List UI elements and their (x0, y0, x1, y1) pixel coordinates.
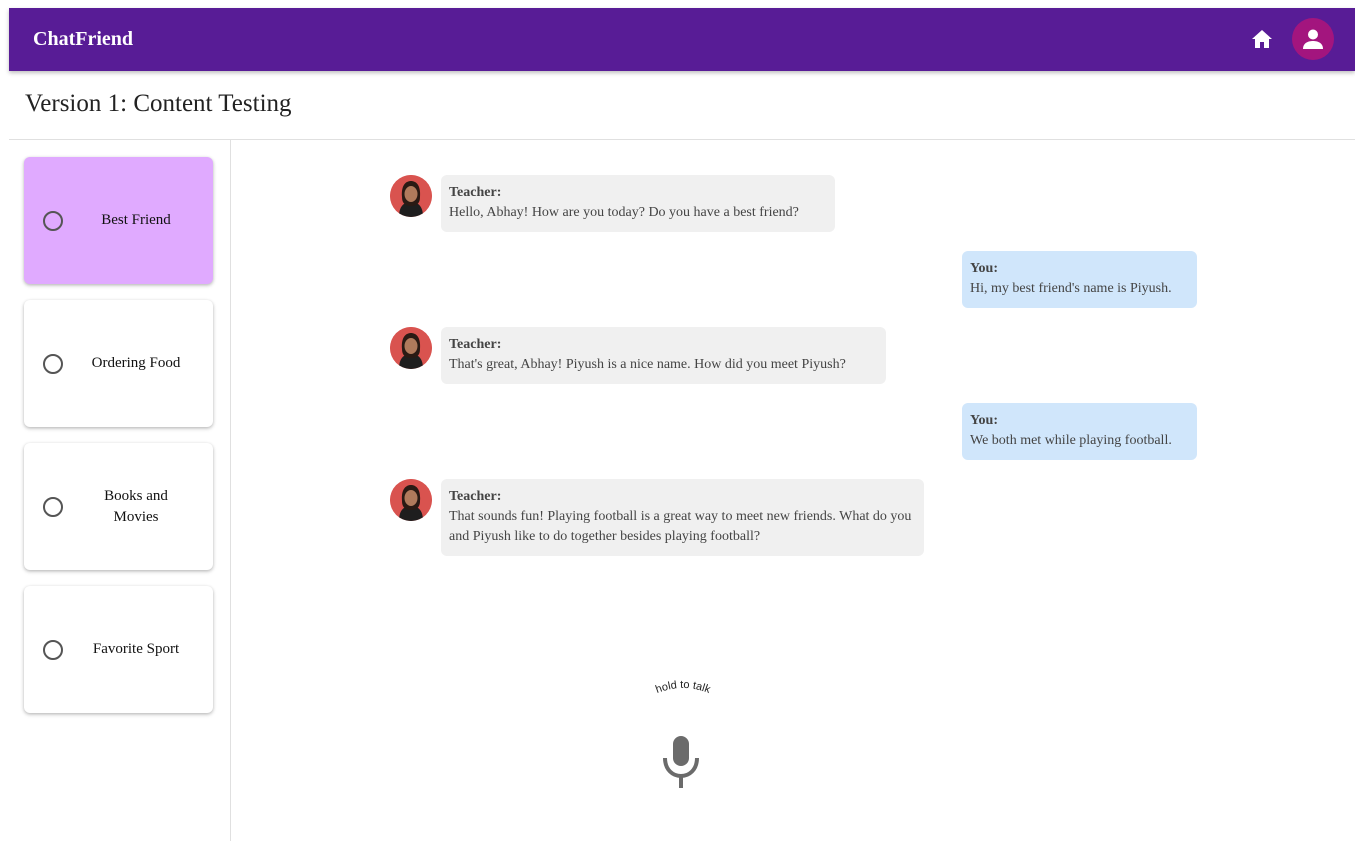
chat-panel: Teacher: Hello, Abhay! How are you today… (231, 140, 1355, 841)
teacher-portrait-icon (390, 479, 432, 521)
message-speaker: Teacher: (449, 489, 502, 504)
topic-label: Books and Movies (104, 487, 168, 525)
page-title: Version 1: Content Testing (25, 90, 292, 117)
hold-to-talk-label: hold to talk (654, 679, 712, 696)
teacher-message: Teacher: That's great, Abhay! Piyush is … (441, 327, 886, 384)
topic-label: Favorite Sport (92, 641, 180, 657)
user-message: You: Hi, my best friend's name is Piyush… (962, 251, 1197, 308)
message-text: We both met while playing football. (970, 433, 1172, 448)
svg-text:hold to talk: hold to talk (654, 679, 712, 696)
hold-to-talk-hint: hold to talk (654, 679, 712, 696)
topic-list: Best Friend Ordering Food Books and Movi… (24, 157, 213, 729)
message-speaker: Teacher: (449, 185, 502, 200)
topic-card-books-and-movies[interactable]: Books and Movies (24, 443, 213, 570)
teacher-message: Teacher: That sounds fun! Playing footba… (441, 479, 924, 556)
account-icon (1303, 29, 1323, 49)
topic-card-favorite-sport[interactable]: Favorite Sport (24, 586, 213, 713)
teacher-avatar (390, 479, 432, 521)
topic-label: Ordering Food (91, 355, 181, 371)
home-icon (1252, 30, 1272, 48)
teacher-avatar (390, 175, 432, 217)
radio-button[interactable] (43, 639, 63, 660)
microphone-button[interactable] (657, 732, 705, 792)
radio-button[interactable] (43, 353, 63, 374)
teacher-avatar (390, 327, 432, 369)
message-speaker: Teacher: (449, 337, 502, 352)
teacher-portrait-icon (390, 327, 432, 369)
teacher-portrait-icon (390, 175, 432, 217)
message-text: Hi, my best friend's name is Piyush. (970, 281, 1172, 296)
microphone-icon (663, 736, 699, 788)
account-button[interactable] (1292, 18, 1334, 60)
radio-button[interactable] (43, 496, 63, 517)
topic-label: Best Friend (101, 212, 171, 228)
app-title[interactable]: ChatFriend (33, 8, 133, 71)
topic-card-best-friend[interactable]: Best Friend (24, 157, 213, 284)
app-bar: ChatFriend (9, 8, 1355, 71)
radio-button[interactable] (43, 210, 63, 231)
message-speaker: You: (970, 261, 999, 276)
user-message: You: We both met while playing football. (962, 403, 1197, 460)
topic-card-ordering-food[interactable]: Ordering Food (24, 300, 213, 427)
message-text: That sounds fun! Playing football is a g… (449, 509, 912, 544)
teacher-message: Teacher: Hello, Abhay! How are you today… (441, 175, 835, 232)
message-text: That's great, Abhay! Piyush is a nice na… (449, 357, 846, 372)
home-button[interactable] (1249, 26, 1275, 52)
message-text: Hello, Abhay! How are you today? Do you … (449, 205, 799, 220)
message-speaker: You: (970, 413, 999, 428)
